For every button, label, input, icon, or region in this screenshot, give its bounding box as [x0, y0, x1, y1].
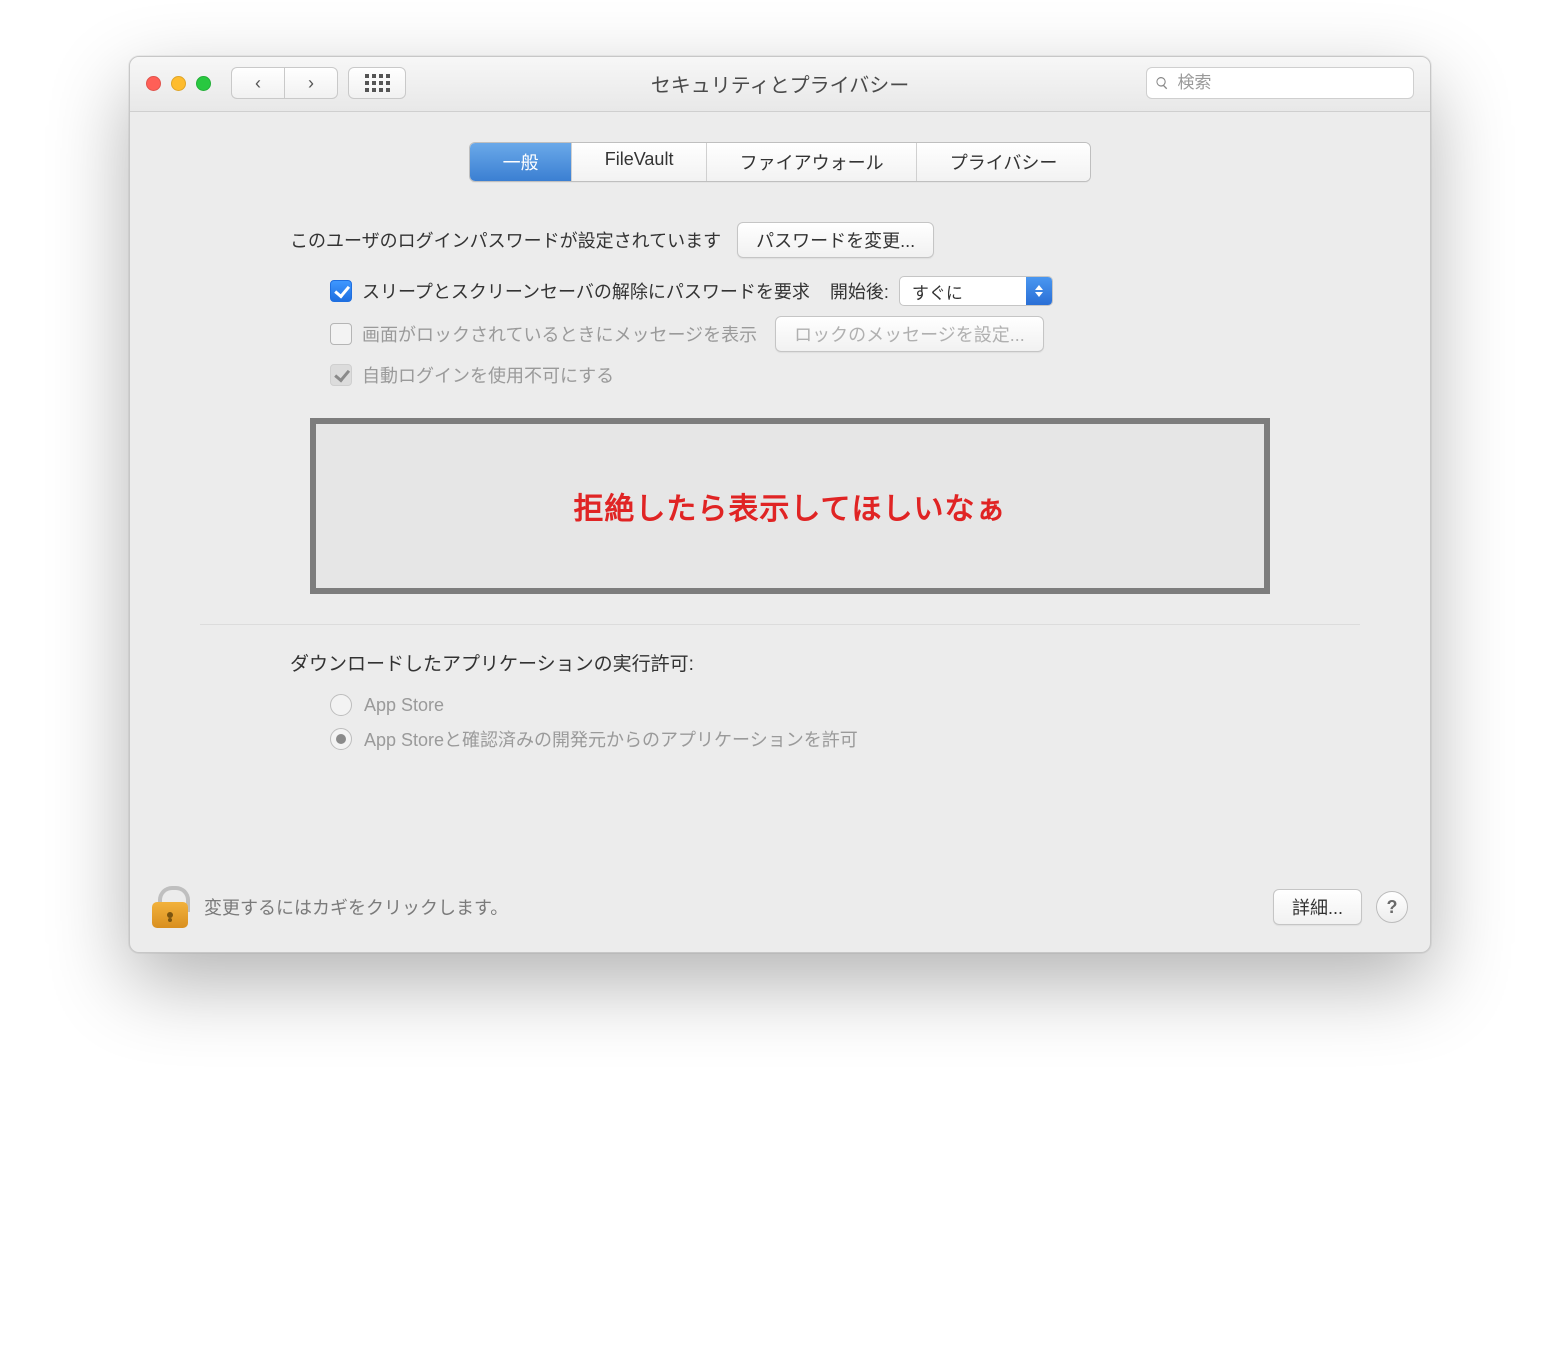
- tab-privacy[interactable]: プライバシー: [917, 143, 1090, 181]
- lock-hint-text: 変更するにはカギをクリックします。: [204, 894, 508, 920]
- nav-back-forward: ‹ ›: [231, 67, 338, 99]
- search-icon: [1155, 75, 1169, 91]
- tab-general[interactable]: 一般: [470, 143, 572, 181]
- after-label: 開始後:: [830, 278, 889, 304]
- require-password-label: スリープとスクリーンセーバの解除にパスワードを要求: [362, 278, 810, 304]
- allow-appstore-label: App Store: [364, 695, 444, 716]
- require-password-delay-select[interactable]: すぐに: [899, 276, 1053, 306]
- set-lock-message-button[interactable]: ロックのメッセージを設定...: [775, 316, 1044, 352]
- allow-appstore-row: App Store: [290, 694, 1380, 716]
- lock-message-checkbox[interactable]: [330, 323, 352, 345]
- general-pane: このユーザのログインパスワードが設定されています パスワードを変更... スリー…: [130, 222, 1430, 752]
- password-set-label: このユーザのログインパスワードが設定されています: [290, 227, 721, 253]
- require-password-row: スリープとスクリーンセーバの解除にパスワードを要求 開始後: すぐに: [330, 276, 1380, 306]
- window-body: 一般 FileVault ファイアウォール プライバシー このユーザのログインパ…: [130, 112, 1430, 952]
- search-input[interactable]: [1175, 72, 1405, 94]
- disable-autologin-checkbox[interactable]: [330, 364, 352, 386]
- allow-identified-radio[interactable]: [330, 728, 352, 750]
- lock-button[interactable]: [152, 886, 188, 928]
- chevron-left-icon: ‹: [255, 74, 261, 92]
- footer: 変更するにはカギをクリックします。 詳細... ?: [130, 872, 1430, 952]
- help-button[interactable]: ?: [1376, 891, 1408, 923]
- tab-bar: 一般 FileVault ファイアウォール プライバシー: [469, 142, 1091, 182]
- preferences-window: ‹ › セキュリティとプライバシー: [129, 56, 1431, 953]
- zoom-window-button[interactable]: [196, 76, 211, 91]
- back-button[interactable]: ‹: [231, 67, 284, 99]
- password-set-row: このユーザのログインパスワードが設定されています パスワードを変更...: [180, 222, 1380, 258]
- annotation-box: 拒絶したら表示してほしいなぁ: [310, 418, 1270, 594]
- titlebar: ‹ › セキュリティとプライバシー: [130, 57, 1430, 112]
- advanced-button[interactable]: 詳細...: [1273, 889, 1362, 925]
- close-window-button[interactable]: [146, 76, 161, 91]
- change-password-button[interactable]: パスワードを変更...: [737, 222, 934, 258]
- allow-apps-section: ダウンロードしたアプリケーションの実行許可: App Store App Sto…: [180, 649, 1380, 752]
- lock-message-label: 画面がロックされているときにメッセージを表示: [362, 321, 757, 347]
- allow-apps-title: ダウンロードしたアプリケーションの実行許可:: [290, 649, 1380, 676]
- search-field[interactable]: [1146, 67, 1414, 99]
- lock-message-row: 画面がロックされているときにメッセージを表示 ロックのメッセージを設定...: [330, 316, 1380, 352]
- tab-filevault[interactable]: FileVault: [572, 143, 707, 181]
- divider: [200, 624, 1360, 625]
- allow-identified-label: App Storeと確認済みの開発元からのアプリケーションを許可: [364, 726, 858, 752]
- select-caret-icon: [1026, 277, 1052, 305]
- login-options: スリープとスクリーンセーバの解除にパスワードを要求 開始後: すぐに 画面がロッ…: [180, 276, 1380, 388]
- disable-autologin-label: 自動ログインを使用不可にする: [362, 362, 614, 388]
- grid-icon: [365, 74, 390, 92]
- show-all-button[interactable]: [348, 67, 406, 99]
- require-password-checkbox[interactable]: [330, 280, 352, 302]
- allow-appstore-radio[interactable]: [330, 694, 352, 716]
- require-password-delay-value: すぐに: [912, 279, 1026, 304]
- forward-button[interactable]: ›: [284, 67, 338, 99]
- chevron-right-icon: ›: [308, 74, 314, 92]
- tab-firewall[interactable]: ファイアウォール: [707, 143, 917, 181]
- annotation-text: 拒絶したら表示してほしいなぁ: [573, 493, 1006, 526]
- allow-identified-row: App Storeと確認済みの開発元からのアプリケーションを許可: [290, 726, 1380, 752]
- disable-autologin-row: 自動ログインを使用不可にする: [330, 362, 1380, 388]
- minimize-window-button[interactable]: [171, 76, 186, 91]
- window-controls: [146, 76, 211, 91]
